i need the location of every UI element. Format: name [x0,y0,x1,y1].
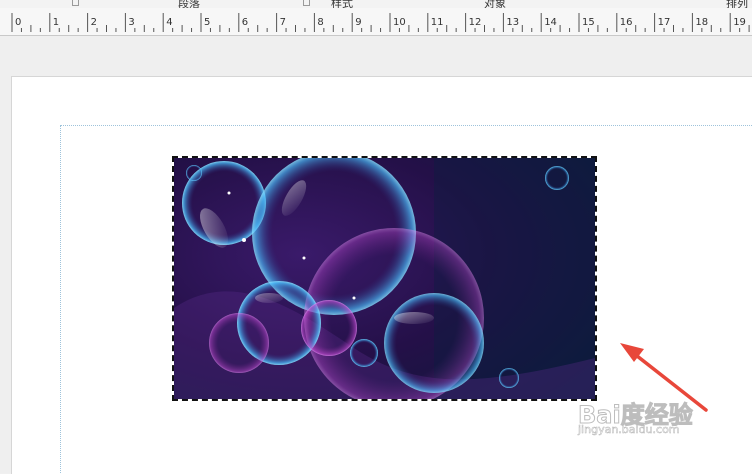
ruler-number: 18 [695,17,708,28]
ruler-number: 19 [733,17,746,28]
ruler-number: 9 [355,17,361,28]
bubbles-picture [174,158,595,399]
dialog-launcher-icon[interactable] [303,0,310,6]
ruler-number: 16 [620,17,633,28]
ribbon-group-style: 样式 [331,0,353,8]
ruler-number: 15 [582,17,595,28]
dialog-launcher-icon[interactable] [72,0,79,6]
ribbon-group-object: 对象 [484,0,506,8]
ribbon-group-paragraph: 段落 [178,0,200,8]
selected-picture[interactable] [172,156,597,401]
horizontal-ruler[interactable]: 0 1 2 3 4 5 6 7 8 9 10 11 12 13 14 15 16 17 18 19 [0,8,752,36]
ruler-number: 1 [53,17,59,28]
ruler-number: 10 [393,17,406,28]
ribbon-group-arrange: 排列 [726,0,748,8]
baidu-watermark: Bai度经验 jingyan.baidu.com [578,395,728,437]
ruler-number: 0 [15,17,21,28]
ruler-number: 3 [128,17,134,28]
ruler-scale: 0 1 2 3 4 5 6 7 8 9 10 11 12 13 14 15 16 17 18 19 [11,13,750,32]
ruler-number: 2 [91,17,97,28]
ruler-number: 4 [166,17,172,28]
ruler-number: 7 [280,17,286,28]
ruler-number: 14 [544,17,557,28]
ruler-number: 12 [469,17,482,28]
ruler-number: 8 [317,17,323,28]
ruler-number: 17 [658,17,671,28]
ribbon-group-bar: 段落 样式 对象 排列 [0,0,752,8]
ruler-number: 5 [204,17,210,28]
ruler-number: 6 [242,17,248,28]
ruler-number: 11 [431,17,444,28]
ruler-number: 13 [506,17,519,28]
watermark-url: jingyan.baidu.com [578,423,680,437]
